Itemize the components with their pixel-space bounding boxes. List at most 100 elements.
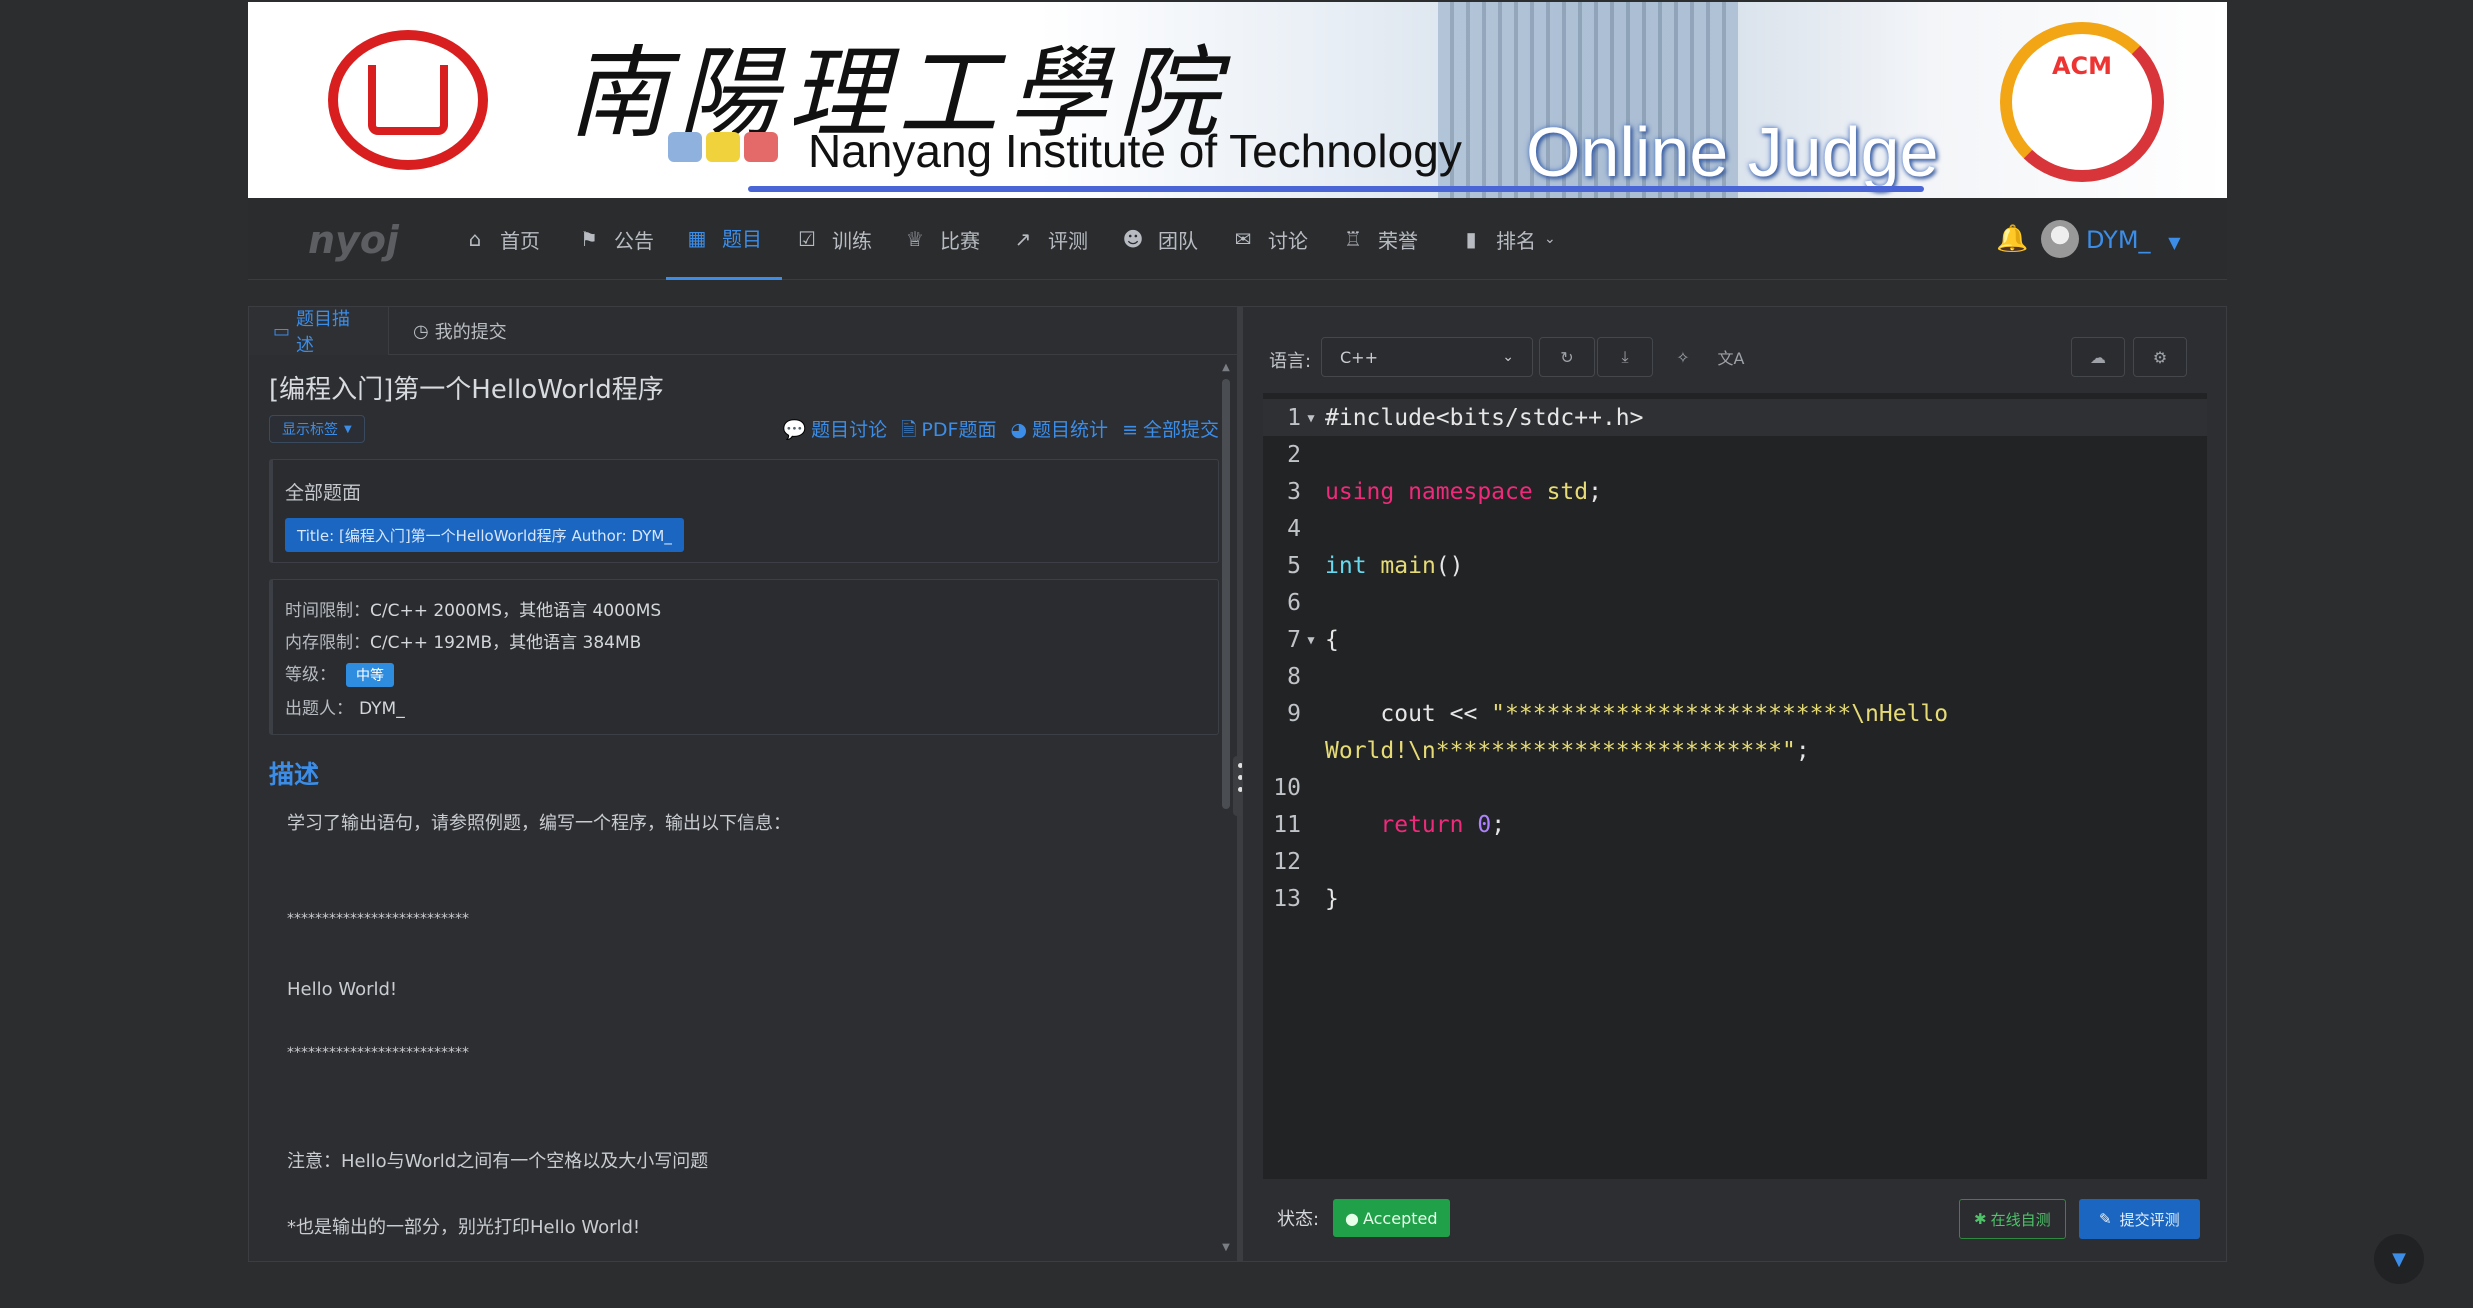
user-menu[interactable]: DYM_ ▼ — [2086, 226, 2181, 254]
nav-team[interactable]: ☻ 团队 — [1122, 198, 1198, 280]
translate-button[interactable]: 文A — [1703, 337, 1759, 377]
all-submissions-link[interactable]: ≡ 全部提交 — [1122, 415, 1219, 448]
scroll-thumb[interactable] — [1222, 379, 1230, 809]
nav-notice[interactable]: ⚑ 公告 — [578, 198, 654, 280]
upload-button[interactable]: ☁ — [2071, 337, 2125, 377]
nav-discuss[interactable]: ✉ 讨论 — [1232, 198, 1308, 280]
pdf-icon: 🗎 — [901, 419, 917, 441]
nav-training[interactable]: ☑ 训练 — [796, 198, 872, 280]
description-line: 学习了输出语句，请参照例题，编写一个程序，输出以下信息： — [287, 813, 791, 834]
scroll-up-icon[interactable]: ▲ — [1221, 363, 1231, 373]
code-line[interactable]: 5 int main() — [1263, 547, 2207, 584]
translate-icon: 文A — [1717, 349, 1745, 368]
status-badge[interactable]: ● Accepted — [1333, 1199, 1450, 1237]
code-text: World!\n*************************"; — [1325, 737, 1810, 764]
code-text: } — [1325, 885, 1339, 912]
pdf-link-label: PDF题面 — [921, 419, 997, 441]
banner-en-title: Nanyang Institute of Technology — [808, 125, 1462, 177]
chart-line-icon: ↗ — [1014, 227, 1032, 251]
avatar[interactable] — [2041, 220, 2079, 258]
tab-my-submissions[interactable]: ◷ 我的提交 — [389, 307, 531, 355]
nav-honor-label: 荣誉 — [1378, 228, 1418, 253]
settings-button[interactable]: ⚙ — [2133, 337, 2187, 377]
statement-box: 全部题面 Title: [编程入门]第一个HelloWorld程序 Author… — [269, 459, 1219, 563]
line-number: 1 — [1287, 404, 1301, 431]
clock-icon: ◷ — [413, 320, 429, 342]
nav-judge-label: 评测 — [1048, 228, 1088, 253]
nav-team-label: 团队 — [1158, 228, 1198, 253]
scroll-down-icon[interactable]: ▼ — [1221, 1243, 1231, 1253]
author-label: 出题人： — [285, 699, 353, 719]
code-text: using namespace std; — [1325, 478, 1602, 505]
site-banner: 南陽理工學院 Nanyang Institute of Technology O… — [248, 2, 2227, 198]
brand-logo[interactable]: nyoj — [308, 218, 399, 262]
submit-button[interactable]: ✎ 提交评测 — [2079, 1199, 2200, 1239]
statement-title-badge[interactable]: Title: [编程入门]第一个HelloWorld程序 Author: DYM… — [285, 518, 684, 552]
editor-panel: 语言: C++ ⌄ ↻ ⤓ ✧ 文A ☁ ⚙ 1 ▼ #include<bits… — [1242, 306, 2227, 1262]
tab-description-label: 题目描述 — [296, 309, 351, 356]
line-number: 13 — [1273, 885, 1301, 912]
trophy-icon: ♕ — [906, 227, 924, 251]
bar-chart-icon: ▮ — [1465, 227, 1477, 251]
users-icon: ☻ — [1122, 227, 1144, 251]
stats-link[interactable]: ◕ 题目统计 — [1010, 415, 1108, 448]
description-line: *也是输出的一部分，别光打印Hello World! — [287, 1217, 641, 1238]
code-line[interactable]: 6 — [1263, 584, 2207, 621]
limits-box: 时间限制：C/C++ 2000MS，其他语言 4000MS 内存限制：C/C++… — [269, 579, 1219, 735]
level-label: 等级： — [285, 665, 336, 685]
code-line[interactable]: 11 return 0; — [1263, 806, 2207, 843]
all-submissions-label: 全部提交 — [1142, 419, 1219, 441]
code-line[interactable]: 1 ▼ #include<bits/stdc++.h> — [1263, 399, 2207, 436]
nav-judge[interactable]: ↗ 评测 — [1012, 198, 1088, 280]
caret-down-icon: ▼ — [344, 423, 352, 435]
code-line[interactable]: 4 — [1263, 510, 2207, 547]
code-line[interactable]: 12 — [1263, 843, 2207, 880]
banner-oj-title: Online Judge — [1526, 113, 1939, 191]
reset-code-button[interactable]: ↻ — [1539, 337, 1595, 377]
line-number: 11 — [1273, 811, 1301, 838]
bell-icon[interactable]: 🔔 — [1996, 224, 2028, 254]
self-test-button[interactable]: ✱ 在线自测 — [1959, 1199, 2066, 1239]
nav-problems[interactable]: ▦ 题目 — [666, 198, 782, 280]
code-line[interactable]: 2 — [1263, 436, 2207, 473]
code-text: cout << "*************************\nHell… — [1325, 700, 1949, 727]
description-line: Hello World! — [287, 979, 398, 1000]
nav-honor[interactable]: ♖ 荣誉 — [1342, 198, 1418, 280]
code-text: { — [1325, 626, 1339, 653]
nav-contest[interactable]: ♕ 比赛 — [904, 198, 980, 280]
code-line[interactable]: 8 — [1263, 658, 2207, 695]
code-line[interactable]: 3 using namespace std; — [1263, 473, 2207, 510]
code-line[interactable]: 10 — [1263, 769, 2207, 806]
language-label: 语言: — [1269, 351, 1312, 372]
show-tags-button[interactable]: 显示标签 ▼ — [269, 415, 365, 443]
pdf-link[interactable]: 🗎 PDF题面 — [901, 415, 996, 448]
fold-arrow-icon[interactable]: ▼ — [1301, 633, 1321, 647]
nav-rank[interactable]: ▮ 排名 ⌄ — [1460, 198, 1556, 280]
memory-limit-value: C/C++ 192MB，其他语言 384MB — [370, 633, 642, 653]
tab-my-submissions-label: 我的提交 — [434, 322, 507, 343]
code-line[interactable]: 7 ▼ { — [1263, 621, 2207, 658]
line-number: 10 — [1273, 774, 1301, 801]
description-line: ************************** — [287, 911, 469, 927]
scroll-down-button[interactable]: ▼ — [2374, 1234, 2424, 1284]
school-logo — [328, 30, 488, 170]
nav-home[interactable]: ⌂ 首页 — [464, 198, 540, 280]
memory-limit: 内存限制：C/C++ 192MB，其他语言 384MB — [285, 628, 641, 653]
nav-problems-label: 题目 — [722, 227, 762, 251]
submit-label: 提交评测 — [2119, 1210, 2180, 1229]
code-line[interactable]: 9 cout << "*************************\nHe… — [1263, 695, 2207, 732]
nav-contest-label: 比赛 — [940, 228, 980, 253]
code-line[interactable]: World!\n*************************"; — [1263, 732, 2207, 769]
tab-description[interactable]: ▭ 题目描述 — [249, 307, 389, 356]
problem-scrollbar[interactable]: ▲ ▼ — [1221, 363, 1231, 1253]
chevron-down-icon: ⌄ — [1544, 231, 1556, 247]
code-text: return 0; — [1380, 811, 1506, 838]
discuss-link[interactable]: 💬 题目讨论 — [782, 415, 887, 448]
comment-icon: ✉ — [1234, 227, 1252, 251]
download-icon: ⤓ — [1621, 347, 1629, 366]
code-editor[interactable]: 1 ▼ #include<bits/stdc++.h> 2 3 using na… — [1263, 393, 2207, 1179]
download-code-button[interactable]: ⤓ — [1597, 337, 1653, 377]
code-line[interactable]: 13 } — [1263, 880, 2207, 917]
language-select[interactable]: C++ ⌄ — [1321, 337, 1533, 377]
fold-arrow-icon[interactable]: ▼ — [1301, 411, 1321, 425]
